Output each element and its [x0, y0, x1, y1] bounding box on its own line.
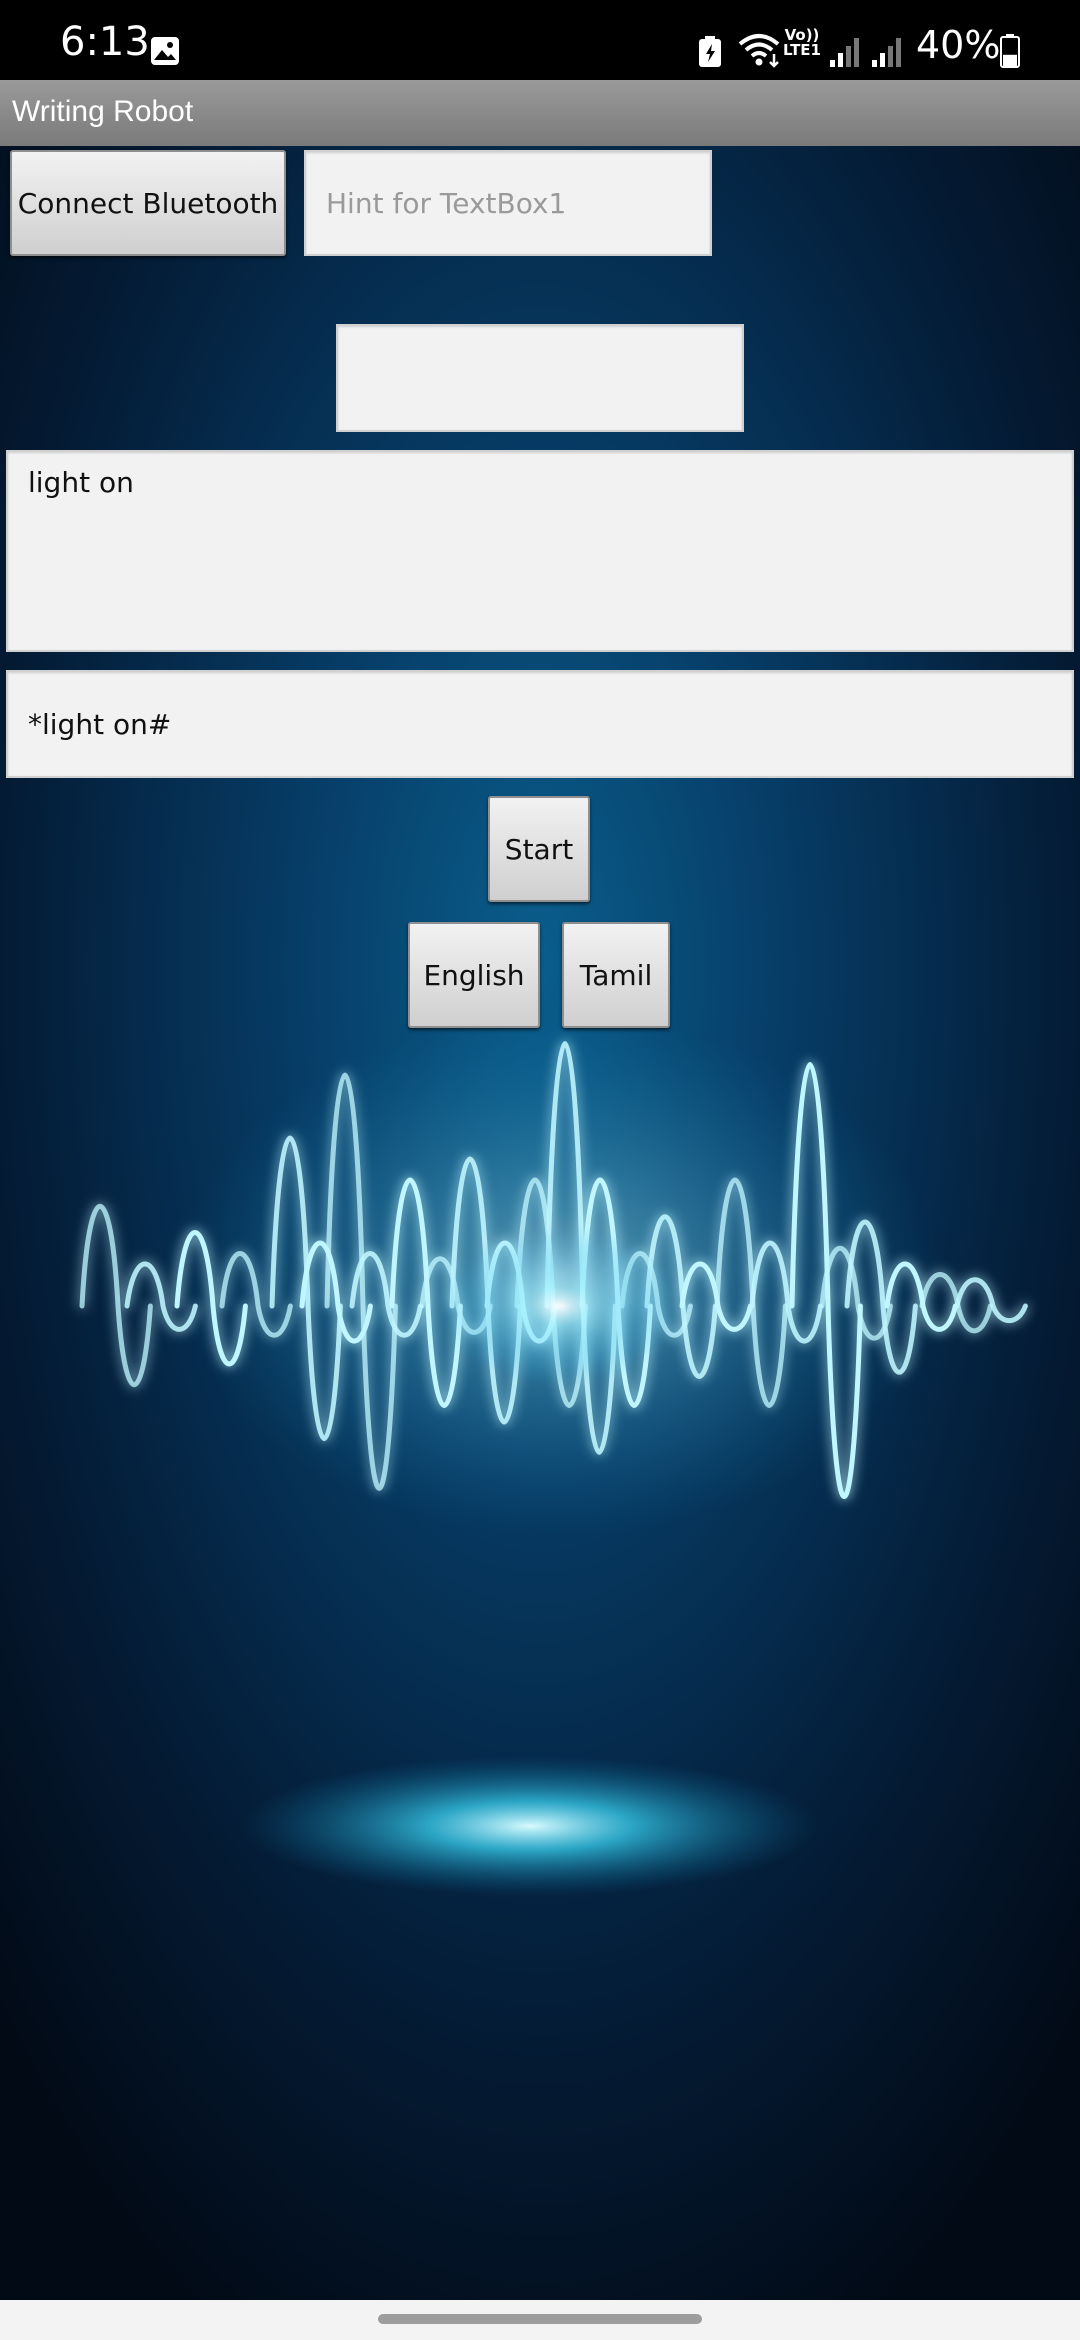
- app-title: Writing Robot: [12, 95, 194, 128]
- wifi-icon: [738, 34, 780, 68]
- signal-icon: [830, 38, 859, 67]
- english-button[interactable]: English: [408, 922, 540, 1028]
- textbox2-input[interactable]: [336, 324, 744, 432]
- status-time: 6:13: [60, 19, 150, 65]
- textbox1-input[interactable]: [304, 150, 712, 256]
- battery-icon: [1000, 34, 1020, 68]
- start-button[interactable]: Start: [488, 796, 590, 902]
- speech-result-textbox[interactable]: light on: [6, 450, 1074, 652]
- network-type-label: Vo)) LTE1: [783, 26, 821, 59]
- command-textbox[interactable]: [6, 670, 1074, 778]
- app-screen: 6:13 Vo)) LTE1 40% Writing Robot Connect…: [0, 0, 1080, 2340]
- signal-icon: [872, 38, 901, 67]
- battery-saver-icon: [699, 36, 721, 67]
- connect-bluetooth-button[interactable]: Connect Bluetooth: [10, 150, 286, 256]
- status-bar: 6:13 Vo)) LTE1 40%: [0, 0, 1080, 80]
- navigation-bar: [0, 2300, 1080, 2340]
- tamil-button[interactable]: Tamil: [562, 922, 670, 1028]
- battery-fill: [1003, 54, 1017, 66]
- battery-percent: 40%: [916, 23, 1001, 67]
- app-title-bar: Writing Robot: [0, 80, 1080, 146]
- gallery-icon: [151, 37, 179, 65]
- home-gesture-handle[interactable]: [378, 2314, 702, 2324]
